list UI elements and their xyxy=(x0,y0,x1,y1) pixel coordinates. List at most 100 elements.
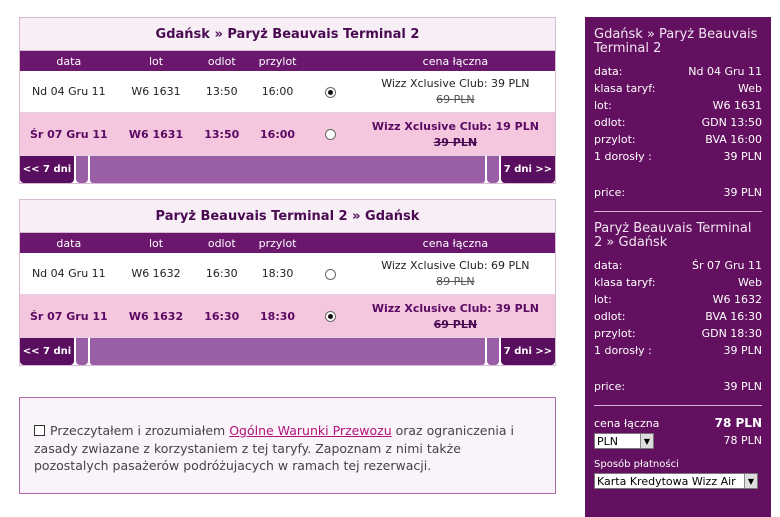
summary-value: Web xyxy=(738,82,762,95)
summary-label: price: xyxy=(594,186,626,199)
fare-radio[interactable] xyxy=(325,86,337,98)
return-week-nav: << 7 dni 7 dni >> xyxy=(20,338,555,365)
summary-line: klasa taryf: Web xyxy=(594,274,762,291)
summary-line: przylot: GDN 18:30 xyxy=(594,325,762,342)
summary-value: BVA 16:00 xyxy=(705,133,762,146)
row-date: Śr 07 Gru 11 xyxy=(29,127,108,141)
col-odlot: odlot xyxy=(207,236,236,250)
summary-label: klasa taryf: xyxy=(594,276,656,289)
col-data: data xyxy=(56,54,82,68)
week-slider xyxy=(76,156,499,183)
summary-label: data: xyxy=(594,259,623,272)
summary-label: lot: xyxy=(594,99,612,112)
summary-label: odlot: xyxy=(594,310,626,323)
payment-value: Karta Kredytowa Wizz Air xyxy=(597,474,736,488)
row-flight: W6 1631 xyxy=(128,127,184,141)
summary-line: przylot: BVA 16:00 xyxy=(594,131,762,148)
fare-radio[interactable] xyxy=(325,311,337,322)
price-old: 69 PLN xyxy=(433,317,478,331)
row-arrival: 18:30 xyxy=(261,267,294,280)
summary-label: price: xyxy=(594,380,626,393)
price-current: Wizz Xclusive Club: 39 PLN xyxy=(381,77,530,90)
terms-checkbox[interactable] xyxy=(34,425,45,436)
prev-week-button[interactable]: << 7 dni xyxy=(20,338,74,365)
outbound-flight-box: Gdańsk » Paryż Beauvais Terminal 2 data … xyxy=(19,17,556,184)
summary-line: 1 dorosły : 39 PLN xyxy=(594,148,762,165)
col-data: data xyxy=(56,236,82,250)
row-flight: W6 1632 xyxy=(128,309,184,323)
table-row[interactable]: Nd 04 Gru 11 W6 1632 16:30 18:30 Wizz Xc… xyxy=(20,253,555,295)
summary-value: 39 PLN xyxy=(723,380,762,393)
summary-line: lot: W6 1631 xyxy=(594,97,762,114)
row-date: Nd 04 Gru 11 xyxy=(31,85,106,98)
col-cena: cena łączna xyxy=(422,54,489,68)
summary-line: odlot: GDN 13:50 xyxy=(594,114,762,131)
col-cena: cena łączna xyxy=(422,236,489,250)
summary-value: 39 PLN xyxy=(723,344,762,357)
outbound-column-headers: data lot odlot przylot cena łączna xyxy=(20,51,555,71)
table-row[interactable]: Śr 07 Gru 11 W6 1631 13:50 16:00 Wizz Xc… xyxy=(20,113,555,156)
summary-line: data: Śr 07 Gru 11 xyxy=(594,257,762,274)
summary-label: przylot: xyxy=(594,133,636,146)
return-flight-box: Paryż Beauvais Terminal 2 » Gdańsk data … xyxy=(19,199,556,366)
row-departure: 13:50 xyxy=(204,127,240,141)
terms-link[interactable]: Ogólne Warunki Przewozu xyxy=(229,423,391,438)
col-lot: lot xyxy=(148,236,164,250)
row-price: Wizz Xclusive Club: 19 PLN 39 PLN xyxy=(356,120,555,149)
summary-label: data: xyxy=(594,65,623,78)
row-arrival: 16:00 xyxy=(260,127,296,141)
next-week-button[interactable]: 7 dni >> xyxy=(501,156,555,183)
summary-line: klasa taryf: Web xyxy=(594,80,762,97)
col-odlot: odlot xyxy=(207,54,236,68)
total-label: cena łączna xyxy=(594,417,660,430)
summary-label: 1 dorosły : xyxy=(594,150,652,163)
row-price: Wizz Xclusive Club: 69 PLN 89 PLN xyxy=(356,259,555,288)
divider xyxy=(594,405,762,406)
summary-route-outbound: Gdańsk » Paryż Beauvais Terminal 2 xyxy=(594,27,758,56)
currency-line: PLN ▼ 78 PLN xyxy=(594,433,762,449)
price-old: 39 PLN xyxy=(433,135,478,149)
outbound-title: Gdańsk » Paryż Beauvais Terminal 2 xyxy=(20,18,555,51)
chevron-down-icon: ▼ xyxy=(744,474,757,488)
currency-total: 78 PLN xyxy=(723,434,762,447)
row-departure: 16:30 xyxy=(204,309,240,323)
row-flight: W6 1631 xyxy=(131,85,181,98)
col-przylot: przylot xyxy=(258,54,297,68)
table-row[interactable]: Śr 07 Gru 11 W6 1632 16:30 18:30 Wizz Xc… xyxy=(20,295,555,338)
summary-value: 39 PLN xyxy=(723,150,762,163)
row-date: Śr 07 Gru 11 xyxy=(29,309,108,323)
price-old: 89 PLN xyxy=(436,275,475,288)
price-current: Wizz Xclusive Club: 19 PLN xyxy=(371,119,539,133)
row-arrival: 16:00 xyxy=(261,85,294,98)
summary-price-line: price: 39 PLN xyxy=(594,184,762,201)
currency-select[interactable]: PLN ▼ xyxy=(594,433,654,449)
fare-radio[interactable] xyxy=(325,129,337,140)
row-departure: 16:30 xyxy=(205,267,238,280)
summary-line: data: Nd 04 Gru 11 xyxy=(594,63,762,80)
summary-value: GDN 13:50 xyxy=(701,116,762,129)
row-arrival: 18:30 xyxy=(260,309,296,323)
fare-radio[interactable] xyxy=(325,268,337,280)
summary-value: W6 1632 xyxy=(712,293,762,306)
summary-label: przylot: xyxy=(594,327,636,340)
next-week-button[interactable]: 7 dni >> xyxy=(501,338,555,365)
row-flight: W6 1632 xyxy=(131,267,181,280)
summary-label: odlot: xyxy=(594,116,626,129)
summary-value: Nd 04 Gru 11 xyxy=(688,65,762,78)
summary-line: 1 dorosły : 39 PLN xyxy=(594,342,762,359)
col-lot: lot xyxy=(148,54,164,68)
price-old: 69 PLN xyxy=(436,93,475,106)
summary-line: odlot: BVA 16:30 xyxy=(594,308,762,325)
row-date: Nd 04 Gru 11 xyxy=(31,267,106,280)
terms-text-before: Przeczytałem i zrozumiałem xyxy=(50,423,230,438)
payment-label: Sposób płatności xyxy=(594,459,679,470)
row-departure: 13:50 xyxy=(205,85,238,98)
price-current: Wizz Xclusive Club: 39 PLN xyxy=(371,301,539,315)
table-row[interactable]: Nd 04 Gru 11 W6 1631 13:50 16:00 Wizz Xc… xyxy=(20,71,555,113)
summary-label: 1 dorosły : xyxy=(594,344,652,357)
payment-select[interactable]: Karta Kredytowa Wizz Air ▼ xyxy=(594,473,758,489)
summary-value: GDN 18:30 xyxy=(701,327,762,340)
summary-value: W6 1631 xyxy=(712,99,762,112)
divider xyxy=(594,211,762,212)
prev-week-button[interactable]: << 7 dni xyxy=(20,156,74,183)
